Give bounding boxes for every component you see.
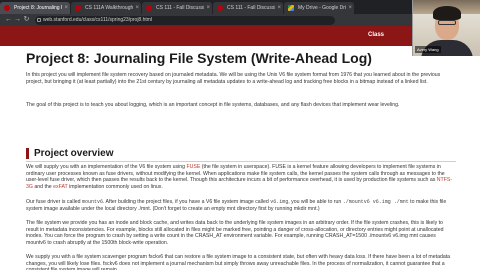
overview-text: implementation commonly used on linux.	[67, 183, 163, 190]
overview-text: and the	[32, 183, 54, 190]
url-field[interactable]: web.stanford.edu/class/cs111/spring23/pr…	[35, 15, 335, 25]
tab-label: CS 111 - Fall Discussion	[156, 5, 204, 11]
goal-paragraph: The goal of this project is to teach you…	[26, 102, 400, 108]
browser-tab[interactable]: Project 8: Journaling File Syst ×	[0, 2, 70, 14]
tab-label: CS 111 - Fall Discussion	[227, 5, 275, 11]
close-tab-icon[interactable]: ×	[64, 2, 68, 14]
section-heading-overview: Project overview	[26, 148, 113, 159]
browser-tab[interactable]: CS 111 - Fall Discussion ×	[142, 2, 212, 14]
overview-paragraph-fsck: We supply you with a file system scaveng…	[26, 254, 451, 270]
forward-arrow-icon[interactable]: →	[13, 15, 22, 25]
overview-text: . After building the project files, if y…	[102, 199, 271, 205]
exfat-link[interactable]: exFAT	[53, 184, 68, 190]
overview-paragraph-fuse: We will supply you with an implementatio…	[26, 164, 456, 190]
lock-icon	[37, 17, 41, 22]
heading-divider	[26, 161, 456, 162]
inline-code: v6.img	[270, 199, 289, 205]
fuse-link[interactable]: FUSE	[187, 164, 201, 170]
stanford-favicon-icon	[75, 5, 81, 11]
overview-text: Our fuse driver is called	[26, 199, 82, 205]
tab-label: My Drive - Google Drive	[298, 5, 346, 11]
site-header: Class	[0, 26, 480, 46]
stanford-favicon-icon	[217, 5, 223, 11]
browser-tab-strip: Project 8: Journaling File Syst × CS 111…	[0, 0, 480, 14]
inline-code: ./mountv6 v6.img ./mnt	[342, 199, 409, 205]
tab-label: CS 111A Walkthrough Video U	[85, 5, 133, 11]
reload-icon[interactable]: ↻	[22, 15, 31, 25]
overview-text: , you will be able to run	[288, 199, 343, 205]
url-text: web.stanford.edu/class/cs111/spring23/pr…	[43, 16, 153, 23]
page-title: Project 8: Journaling File System (Write…	[26, 50, 372, 66]
tab-label: Project 8: Journaling File Syst	[14, 5, 62, 11]
class-nav-link[interactable]: Class	[368, 32, 384, 38]
back-arrow-icon[interactable]: ←	[4, 15, 13, 25]
close-tab-icon[interactable]: ×	[348, 2, 352, 14]
close-tab-icon[interactable]: ×	[135, 2, 139, 14]
close-tab-icon[interactable]: ×	[277, 2, 281, 14]
overview-paragraph-crash: The file system we provide you has an in…	[26, 220, 444, 246]
overview-paragraph-mountv6: Our fuse driver is called mountv6. After…	[26, 199, 456, 212]
inline-code: mountv6	[81, 199, 103, 205]
presenter-webcam: Avery Wang	[412, 0, 480, 56]
address-bar: ← → ↻ web.stanford.edu/class/cs111/sprin…	[0, 14, 480, 26]
google-drive-favicon-icon	[288, 5, 294, 11]
intro-paragraph: In this project you will implement file …	[26, 72, 441, 85]
presenter-glasses	[438, 20, 456, 25]
browser-tab[interactable]: CS 111A Walkthrough Video U ×	[71, 2, 141, 14]
browser-tab[interactable]: CS 111 - Fall Discussion ×	[213, 2, 283, 14]
overview-text: We will supply you with an implementatio…	[26, 164, 187, 170]
stanford-favicon-icon	[146, 5, 152, 11]
browser-tab[interactable]: My Drive - Google Drive ×	[284, 2, 354, 14]
presenter-hair	[433, 6, 461, 20]
presenter-name-tag: Avery Wang	[415, 46, 441, 53]
close-tab-icon[interactable]: ×	[206, 2, 210, 14]
stanford-favicon-icon	[4, 5, 10, 11]
